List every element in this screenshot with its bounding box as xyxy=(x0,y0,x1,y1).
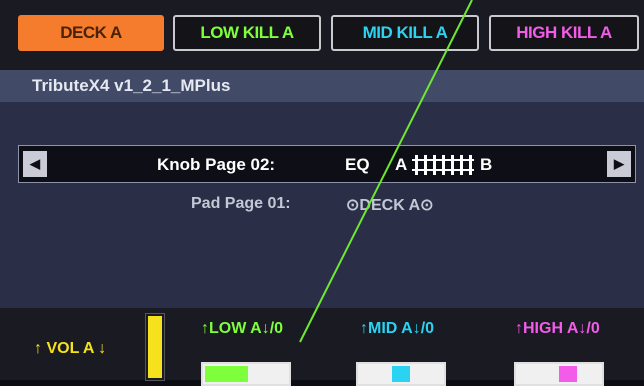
pad-page-value: ⊙DECK A⊙ xyxy=(346,197,434,214)
pad-page-label: Pad Page 01: xyxy=(191,195,291,212)
mapping-title: TributeX4 v1_2_1_MPlus xyxy=(0,70,644,102)
knob-page-row: ◀ Knob Page 02: EQ A B ▶ xyxy=(18,145,636,183)
triangle-right-icon: ▶ xyxy=(614,156,624,171)
low-eq-bar[interactable] xyxy=(201,362,291,386)
mid-eq-bar[interactable] xyxy=(356,362,446,386)
mid-kill-button[interactable]: MID KILL A xyxy=(331,15,479,51)
volume-label: ↑ VOL A ↓ xyxy=(34,340,107,357)
knob-page-label: Knob Page 02: xyxy=(157,155,276,174)
low-eq-label: ↑LOW A↓/0 xyxy=(201,320,284,337)
high-eq-label: ↑HIGH A↓/0 xyxy=(515,320,600,337)
volume-meter[interactable] xyxy=(145,313,165,381)
crossfader-b-label: B xyxy=(480,155,493,174)
low-kill-button[interactable]: LOW KILL A xyxy=(173,15,321,51)
top-bar: DECK A LOW KILL A MID KILL A HIGH KILL A xyxy=(0,0,644,70)
crossfader-ticks-icon xyxy=(412,155,474,175)
main-panel: ◀ Knob Page 02: EQ A B ▶ Pad Page 01: ⊙D… xyxy=(0,102,644,308)
crossfader-a-label: A xyxy=(395,155,408,174)
knob-page-prev-button[interactable]: ◀ xyxy=(23,151,47,177)
mid-eq-label: ↑MID A↓/0 xyxy=(360,320,435,337)
controller-screen: DECK A LOW KILL A MID KILL A HIGH KILL A… xyxy=(0,0,644,386)
high-eq-bar[interactable] xyxy=(514,362,604,386)
triangle-left-icon: ◀ xyxy=(30,156,40,171)
knob-page-eq: EQ xyxy=(345,155,370,174)
high-kill-button[interactable]: HIGH KILL A xyxy=(489,15,639,51)
mixer-strip: ↑ VOL A ↓ ↑LOW A↓/0 ↑MID A↓/0 ↑HIGH A↓/0 xyxy=(0,308,644,386)
deck-a-button[interactable]: DECK A xyxy=(18,15,164,51)
volume-meter-fill xyxy=(148,316,162,378)
knob-page-next-button[interactable]: ▶ xyxy=(607,151,631,177)
